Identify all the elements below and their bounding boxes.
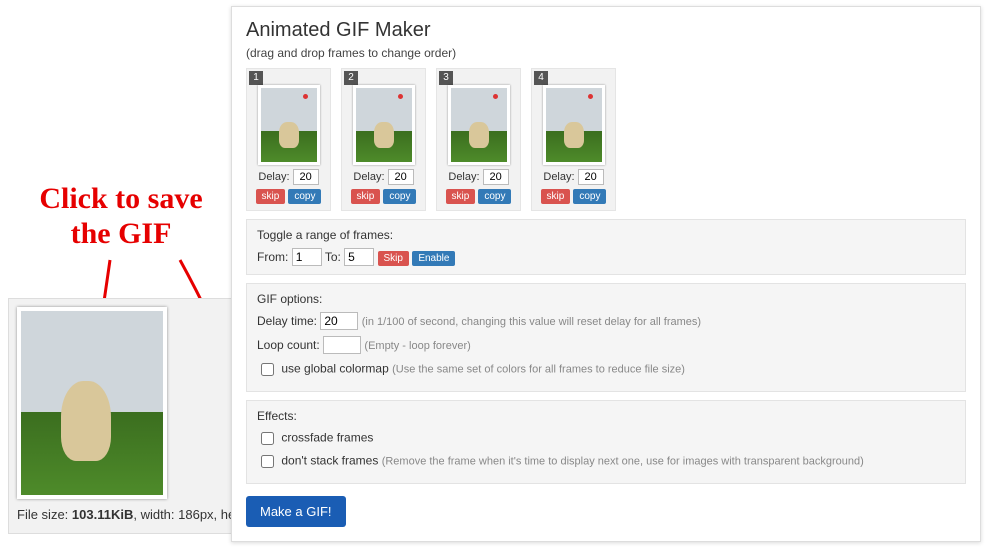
frame-delay-label: Delay: — [353, 171, 384, 183]
make-gif-button[interactable]: Make a GIF! — [246, 496, 346, 527]
reorder-hint: (drag and drop frames to change order) — [246, 46, 966, 60]
frame-thumbnail[interactable] — [258, 85, 320, 165]
dont-stack-hint: (Remove the frame when it's time to disp… — [382, 456, 864, 468]
frame-thumbnail[interactable] — [543, 85, 605, 165]
range-title: Toggle a range of frames: — [257, 228, 955, 242]
panel-title: Animated GIF Maker — [246, 19, 966, 42]
from-label: From: — [257, 250, 288, 264]
file-size-value: 103.11KiB — [72, 507, 133, 522]
frame-copy-button[interactable]: copy — [573, 189, 606, 204]
delay-time-label: Delay time: — [257, 314, 317, 328]
frame-delay-input[interactable] — [388, 169, 414, 185]
frame-number: 2 — [344, 71, 358, 85]
loop-count-hint: (Empty - loop forever) — [364, 340, 470, 352]
frame-delay-input[interactable] — [483, 169, 509, 185]
delay-time-input[interactable] — [320, 312, 358, 330]
frame-copy-button[interactable]: copy — [383, 189, 416, 204]
crossfade-label: crossfade frames — [281, 431, 373, 445]
frames-row: 1Delay: skipcopy2Delay: skipcopy3Delay: … — [246, 68, 966, 211]
frame-delay-input[interactable] — [293, 169, 319, 185]
frame[interactable]: 4 Delay: skipcopy — [531, 68, 616, 211]
loop-count-input[interactable] — [323, 336, 361, 354]
frame-delay-label: Delay: — [448, 171, 479, 183]
annotation-line2: the GIF — [71, 217, 172, 250]
frame-number: 1 — [249, 71, 263, 85]
file-size-label: File size: — [17, 507, 72, 522]
frame-delay-label: Delay: — [543, 171, 574, 183]
frame[interactable]: 1 Delay: skipcopy — [246, 68, 331, 211]
annotation-text: Click to save the GIF — [16, 182, 226, 251]
frame-thumbnail[interactable] — [353, 85, 415, 165]
crossfade-checkbox[interactable] — [261, 432, 274, 445]
frame[interactable]: 3 Delay: skipcopy — [436, 68, 521, 211]
frame-number: 4 — [534, 71, 548, 85]
to-label: To: — [325, 250, 341, 264]
global-colormap-hint: (Use the same set of colors for all fram… — [392, 364, 685, 376]
frame-skip-button[interactable]: skip — [541, 189, 571, 204]
options-section: GIF options: Delay time: (in 1/100 of se… — [246, 283, 966, 392]
loop-count-label: Loop count: — [257, 338, 320, 352]
result-preview-image[interactable] — [17, 307, 167, 499]
frame[interactable]: 2 Delay: skipcopy — [341, 68, 426, 211]
frame-number: 3 — [439, 71, 453, 85]
frame-copy-button[interactable]: copy — [288, 189, 321, 204]
range-section: Toggle a range of frames: From: To: Skip… — [246, 219, 966, 275]
range-skip-button[interactable]: Skip — [378, 251, 409, 266]
range-enable-button[interactable]: Enable — [412, 251, 455, 266]
effects-title: Effects: — [257, 409, 955, 423]
dont-stack-label: don't stack frames — [281, 454, 378, 468]
frame-skip-button[interactable]: skip — [256, 189, 286, 204]
to-input[interactable] — [344, 248, 374, 266]
annotation-line1: Click to save — [39, 182, 202, 215]
delay-time-hint: (in 1/100 of second, changing this value… — [362, 316, 701, 328]
dont-stack-checkbox[interactable] — [261, 455, 274, 468]
effects-section: Effects: crossfade frames don't stack fr… — [246, 400, 966, 484]
frame-skip-button[interactable]: skip — [446, 189, 476, 204]
from-input[interactable] — [292, 248, 322, 266]
frame-skip-button[interactable]: skip — [351, 189, 381, 204]
options-title: GIF options: — [257, 292, 955, 306]
gif-maker-panel: Animated GIF Maker (drag and drop frames… — [231, 6, 981, 542]
frame-delay-input[interactable] — [578, 169, 604, 185]
global-colormap-label: use global colormap — [281, 362, 388, 376]
frame-delay-label: Delay: — [258, 171, 289, 183]
global-colormap-checkbox[interactable] — [261, 363, 274, 376]
frame-copy-button[interactable]: copy — [478, 189, 511, 204]
frame-thumbnail[interactable] — [448, 85, 510, 165]
